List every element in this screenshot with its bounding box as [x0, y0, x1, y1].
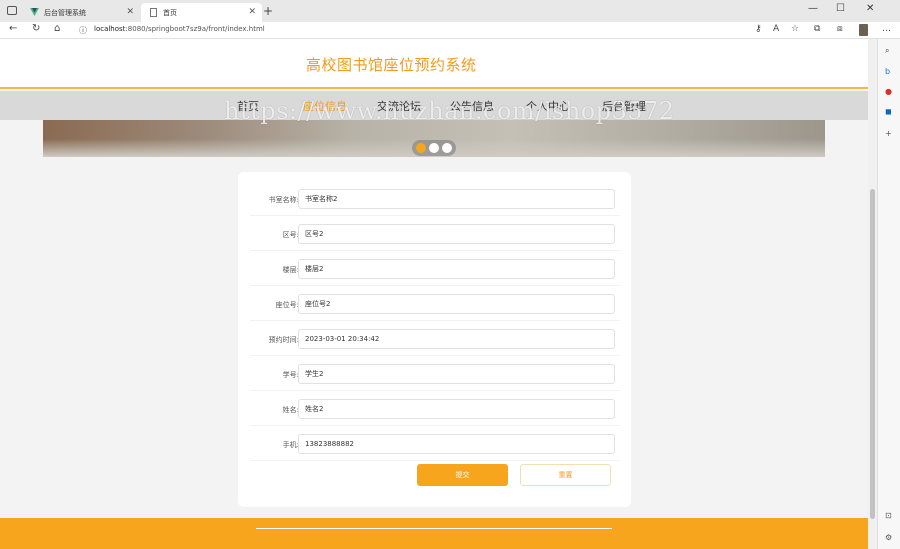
page-icon: [149, 8, 158, 17]
reservation-form: 书室名称: 区号: 楼层: 座位号: 预约时间: 学号: 姓名: 手机:: [238, 172, 631, 507]
close-icon[interactable]: ✕: [248, 7, 256, 17]
student-id-field[interactable]: [298, 364, 615, 384]
tab-title: 首页: [163, 8, 177, 17]
vue-logo-icon: [30, 8, 39, 17]
form-row-floor: 楼层:: [250, 252, 620, 286]
sidebar-toggle-icon[interactable]: ⊡: [885, 511, 892, 520]
page-viewport: 高校图书馆座位预约系统 首页 座位信息 交流论坛 公告信息 个人中心 后台管理 …: [0, 39, 868, 549]
read-aloud-icon[interactable]: A: [773, 24, 779, 34]
collections-icon[interactable]: ⧈: [837, 24, 843, 34]
browser-sidebar: ⌕ b ● ◼ + ⊡ ⚙: [877, 39, 900, 549]
phone-field[interactable]: [298, 434, 615, 454]
form-row-room-name: 书室名称:: [250, 182, 620, 216]
field-label: 姓名:: [282, 406, 299, 414]
form-row-student-id: 学号:: [250, 357, 620, 391]
tab-actions-icon[interactable]: [7, 6, 17, 15]
form-row-seat: 座位号:: [250, 287, 620, 321]
favorite-icon[interactable]: ☆: [791, 24, 799, 34]
new-tab-icon[interactable]: +: [263, 4, 273, 18]
add-icon[interactable]: +: [885, 129, 892, 138]
split-screen-icon[interactable]: ⧉: [814, 24, 820, 34]
field-label: 区号:: [282, 231, 299, 239]
field-label: 手机:: [282, 441, 299, 449]
site-title: 高校图书馆座位预约系统: [306, 56, 477, 74]
area-field[interactable]: [298, 224, 615, 244]
key-icon[interactable]: ⚷: [755, 24, 762, 34]
refresh-icon[interactable]: ↻: [32, 23, 40, 34]
tab-title: 后台管理系统: [44, 8, 86, 17]
floor-field[interactable]: [298, 259, 615, 279]
back-arrow-icon[interactable]: ←: [9, 23, 17, 34]
avatar[interactable]: [859, 24, 868, 36]
carousel-indicator: [412, 140, 456, 156]
page-scrollbar[interactable]: [868, 39, 877, 549]
site-footer: [0, 518, 868, 549]
field-label: 学号:: [282, 371, 299, 379]
watermark: https://www.huzhan.com/ishop3572: [224, 97, 675, 125]
submit-button[interactable]: 提交: [417, 464, 508, 486]
close-icon[interactable]: ✕: [126, 7, 134, 17]
seat-number-field[interactable]: [298, 294, 615, 314]
maximize-icon[interactable]: ☐: [836, 3, 845, 14]
search-icon[interactable]: ⌕: [885, 46, 889, 55]
home-icon[interactable]: ⌂: [54, 23, 60, 34]
info-icon[interactable]: ⓘ: [79, 25, 87, 36]
reset-button[interactable]: 重置: [520, 464, 611, 486]
carousel-dot-1[interactable]: [416, 143, 426, 153]
tools-icon[interactable]: ●: [885, 87, 892, 96]
carousel-dot-2[interactable]: [429, 143, 439, 153]
room-name-field[interactable]: [298, 189, 615, 209]
address-bar: ← ↻ ⌂ ⓘ localhost:8080/springboot7sz9a/f…: [0, 22, 900, 39]
more-icon[interactable]: …: [882, 24, 891, 34]
bing-icon[interactable]: b: [885, 67, 890, 76]
form-row-area: 区号:: [250, 217, 620, 251]
footer-divider: [256, 528, 612, 529]
outlook-icon[interactable]: ◼: [885, 107, 892, 116]
field-label: 书室名称:: [268, 196, 299, 204]
gear-icon[interactable]: ⚙: [885, 533, 892, 542]
site-header: 高校图书馆座位预约系统: [0, 39, 868, 89]
field-label: 座位号:: [275, 301, 299, 309]
window-close-icon[interactable]: ✕: [866, 3, 874, 14]
scrollbar-thumb[interactable]: [870, 189, 875, 519]
carousel-banner: [43, 120, 825, 157]
name-field[interactable]: [298, 399, 615, 419]
minimize-icon[interactable]: —: [808, 3, 818, 14]
tab-home[interactable]: 首页 ✕: [141, 3, 262, 22]
field-label: 楼层:: [282, 266, 299, 274]
tab-admin[interactable]: 后台管理系统 ✕: [22, 3, 140, 22]
form-row-time: 预约时间:: [250, 322, 620, 356]
url-field[interactable]: localhost:8080/springboot7sz9a/front/ind…: [94, 25, 265, 33]
form-row-phone: 手机:: [250, 427, 620, 461]
carousel-dot-3[interactable]: [442, 143, 452, 153]
browser-tab-bar: 后台管理系统 ✕ 首页 ✕ + — ☐ ✕: [0, 0, 900, 22]
reservation-time-field[interactable]: [298, 329, 615, 349]
form-row-name: 姓名:: [250, 392, 620, 426]
field-label: 预约时间:: [268, 336, 299, 344]
